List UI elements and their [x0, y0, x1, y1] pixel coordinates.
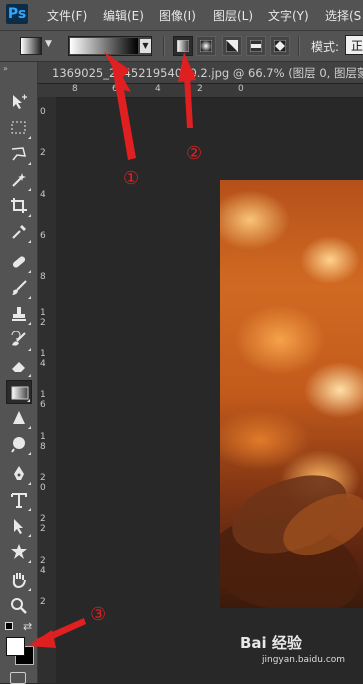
annotation-marker-2: ②: [186, 143, 203, 164]
watermark-logo: Bai 经验: [240, 634, 302, 652]
annotation-marker-1: ①: [123, 168, 140, 189]
annotation-arrows: [28, 52, 196, 648]
annotation-marker-3: ③: [90, 604, 107, 625]
watermark-url: jingyan.baidu.com: [262, 655, 346, 665]
